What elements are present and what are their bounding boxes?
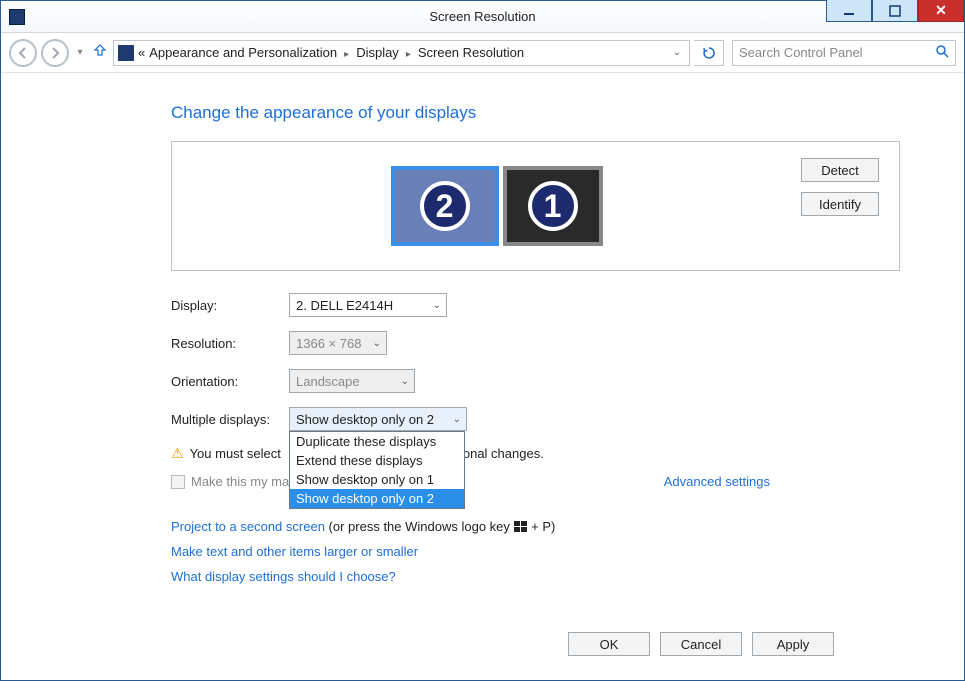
warning-row: ⚠ You must select onal changes. <box>171 445 900 462</box>
warning-text-end: onal changes. <box>463 446 544 461</box>
refresh-icon <box>702 46 716 60</box>
main-display-label: Make this my ma <box>191 474 289 489</box>
monitor-number: 1 <box>528 181 578 231</box>
search-icon <box>935 44 949 61</box>
back-button[interactable] <box>9 39 37 67</box>
navbar: ▾ « Appearance and Personalization Displ… <box>1 33 964 73</box>
project-hint-b: + P) <box>531 519 555 534</box>
chevron-down-icon: ⌄ <box>433 300 441 311</box>
orientation-label: Orientation: <box>171 374 289 389</box>
arrow-left-icon <box>16 46 30 60</box>
warning-text-start: You must select <box>190 446 281 461</box>
search-input[interactable]: Search Control Panel <box>732 40 956 66</box>
panel-buttons: Detect Identify <box>801 158 879 216</box>
display-value: 2. DELL E2414H <box>296 298 393 313</box>
page-heading: Change the appearance of your displays <box>171 103 900 123</box>
dialog-buttons: OK Cancel Apply <box>568 632 834 656</box>
breadcrumb-root: « <box>138 45 145 60</box>
monitor-1[interactable]: 1 <box>503 166 603 246</box>
resolution-value: 1366 × 768 <box>296 336 361 351</box>
maximize-button[interactable] <box>872 0 918 22</box>
app-icon <box>9 9 25 25</box>
arrow-right-icon <box>48 46 62 60</box>
orientation-value: Landscape <box>296 374 360 389</box>
windows-key-icon <box>514 521 528 533</box>
address-bar[interactable]: « Appearance and Personalization Display… <box>113 40 690 66</box>
address-dropdown-button[interactable]: ⌄ <box>669 47 685 58</box>
multiple-displays-dropdown: Duplicate these displays Extend these di… <box>289 431 465 509</box>
search-placeholder: Search Control Panel <box>739 45 863 60</box>
multiple-displays-label: Multiple displays: <box>171 412 289 427</box>
maximize-icon <box>889 5 901 17</box>
cancel-button[interactable]: Cancel <box>660 632 742 656</box>
arrow-up-icon <box>92 42 108 58</box>
chevron-right-icon <box>403 45 414 60</box>
breadcrumb-item[interactable]: Screen Resolution <box>418 45 524 60</box>
warning-icon: ⚠ <box>171 445 184 462</box>
dropdown-option-selected[interactable]: Show desktop only on 2 <box>290 489 464 508</box>
screen-resolution-window: Screen Resolution ✕ ▾ « Appearance and P… <box>0 0 965 681</box>
history-dropdown-button[interactable]: ▾ <box>73 47 87 58</box>
resolution-label: Resolution: <box>171 336 289 351</box>
resolution-select[interactable]: 1366 × 768 ⌄ <box>289 331 387 355</box>
window-title: Screen Resolution <box>1 9 964 24</box>
settings-form: Display: 2. DELL E2414H ⌄ Resolution: 13… <box>171 293 900 431</box>
dropdown-option[interactable]: Show desktop only on 1 <box>290 470 464 489</box>
detect-button[interactable]: Detect <box>801 158 879 182</box>
help-link[interactable]: What display settings should I choose? <box>171 569 396 584</box>
identify-button[interactable]: Identify <box>801 192 879 216</box>
dropdown-option[interactable]: Duplicate these displays <box>290 432 464 451</box>
multiple-displays-select[interactable]: Show desktop only on 2 ⌄ <box>289 407 467 431</box>
text-size-link[interactable]: Make text and other items larger or smal… <box>171 544 418 559</box>
close-icon: ✕ <box>935 2 947 19</box>
chevron-right-icon <box>341 45 352 60</box>
orientation-select[interactable]: Landscape ⌄ <box>289 369 415 393</box>
project-hint-a: (or press the Windows logo key <box>329 519 514 534</box>
project-second-screen-link[interactable]: Project to a second screen <box>171 519 325 534</box>
forward-button[interactable] <box>41 39 69 67</box>
monitor-layout[interactable]: 2 1 <box>192 166 801 246</box>
multiple-displays-value: Show desktop only on 2 <box>296 412 434 427</box>
display-label: Display: <box>171 298 289 313</box>
monitor-2[interactable]: 2 <box>391 166 499 246</box>
breadcrumb-item[interactable]: Appearance and Personalization <box>149 45 337 60</box>
links-section: Project to a second screen (or press the… <box>171 519 900 584</box>
up-button[interactable] <box>91 42 109 63</box>
content-area: Change the appearance of your displays 2… <box>1 73 964 584</box>
display-select[interactable]: 2. DELL E2414H ⌄ <box>289 293 447 317</box>
close-button[interactable]: ✕ <box>918 0 964 22</box>
breadcrumb-item[interactable]: Display <box>356 45 399 60</box>
ok-button[interactable]: OK <box>568 632 650 656</box>
advanced-settings-link[interactable]: Advanced settings <box>664 474 770 489</box>
chevron-down-icon: ⌄ <box>453 414 461 425</box>
window-controls: ✕ <box>826 1 964 32</box>
dropdown-option[interactable]: Extend these displays <box>290 451 464 470</box>
minimize-button[interactable] <box>826 0 872 22</box>
main-display-row: Make this my ma Advanced settings <box>171 474 900 489</box>
chevron-down-icon: ⌄ <box>373 338 381 349</box>
main-display-checkbox[interactable] <box>171 475 185 489</box>
monitor-arrangement-panel: 2 1 Detect Identify <box>171 141 900 271</box>
monitor-number: 2 <box>420 181 470 231</box>
titlebar: Screen Resolution ✕ <box>1 1 964 33</box>
chevron-down-icon: ⌄ <box>401 376 409 387</box>
minimize-icon <box>843 5 855 17</box>
apply-button[interactable]: Apply <box>752 632 834 656</box>
refresh-button[interactable] <box>694 40 724 66</box>
control-panel-icon <box>118 45 134 61</box>
